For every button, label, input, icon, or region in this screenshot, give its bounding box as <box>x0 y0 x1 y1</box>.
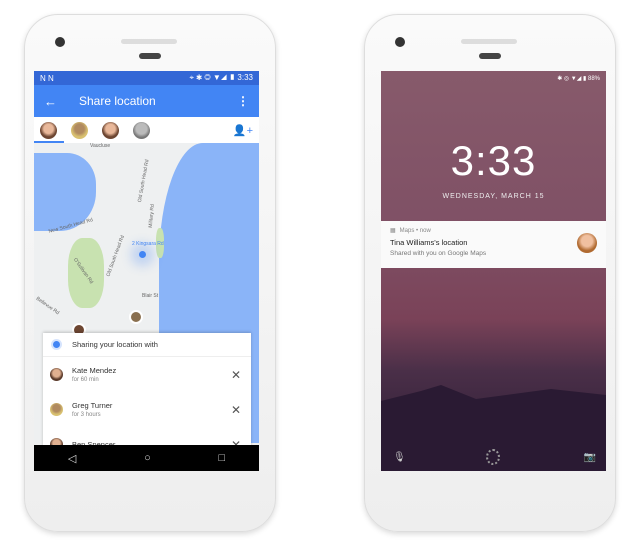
sharing-sheet: Sharing your location with Kate Mendez fo… <box>43 333 251 462</box>
map-label: Blair St <box>142 293 159 299</box>
phone-left: N N ⌖ ✱ ◎ ▼◢ ▮ 3:33 ← Share location ⋮ 👤… <box>24 14 276 532</box>
notification-text: Shared with you on Google Maps <box>390 250 487 257</box>
speaker <box>121 39 177 44</box>
map-label: Bellevue Rd <box>34 295 61 317</box>
person-name: Kate Mendez <box>72 366 117 375</box>
screen: N N ⌖ ✱ ◎ ▼◢ ▮ 3:33 ← Share location ⋮ 👤… <box>34 71 259 471</box>
location-dot-icon <box>53 341 60 348</box>
avatar <box>50 368 63 381</box>
nav-bar: ◁ ○ □ <box>34 445 259 471</box>
more-vert-icon[interactable]: ⋮ <box>237 94 249 108</box>
list-item[interactable]: Greg Turner for 3 hours ✕ <box>43 392 251 427</box>
fingerprint-icon[interactable] <box>486 449 500 465</box>
phone-right: ✱ ◎ ▼◢ ▮ 88% 3:33 WEDNESDAY, MARCH 15 ▦ M… <box>364 14 616 532</box>
contacts-bar: 👤+ <box>34 117 259 143</box>
person-duration: for 3 hours <box>72 412 101 418</box>
sheet-header: Sharing your location with <box>43 333 251 357</box>
app-bar: ← Share location ⋮ <box>34 85 259 117</box>
status-bar: N N ⌖ ✱ ◎ ▼◢ ▮ 3:33 <box>34 71 259 85</box>
clock: 3:33 <box>450 137 537 184</box>
close-icon[interactable]: ✕ <box>231 403 241 417</box>
my-location-dot <box>139 251 146 258</box>
add-person-icon[interactable]: 👤+ <box>233 124 253 137</box>
date: WEDNESDAY, MARCH 15 <box>442 193 545 200</box>
person-duration: for 60 min <box>72 377 99 383</box>
arrow-left-icon[interactable]: ← <box>44 94 57 109</box>
status-left: N N <box>40 73 54 83</box>
status-right: ✱ ◎ ▼◢ ▮ 88% <box>557 75 600 82</box>
speaker <box>461 39 517 44</box>
map-label: Vaucluse <box>90 143 111 149</box>
list-item[interactable]: Kate Mendez for 60 min ✕ <box>43 357 251 392</box>
avatar <box>577 233 597 253</box>
person-name: Greg Turner <box>72 401 113 410</box>
status-right: ⌖ ✱ ◎ ▼◢ ▮ 3:33 <box>189 73 253 82</box>
status-bar: ✱ ◎ ▼◢ ▮ 88% <box>381 71 606 85</box>
close-icon[interactable]: ✕ <box>231 368 241 382</box>
maps-icon: ▦ <box>390 228 396 234</box>
page-title: Share location <box>79 94 156 108</box>
back-button[interactable]: ◁ <box>68 452 76 465</box>
camera <box>55 37 65 47</box>
home-button[interactable]: ○ <box>144 452 151 464</box>
notification[interactable]: ▦ Maps • now Tina Williams's location Sha… <box>381 221 606 268</box>
camera-icon[interactable]: 📷 <box>584 452 596 463</box>
notification-app: Maps • now <box>399 227 431 234</box>
microphone-icon[interactable]: 🎙 <box>393 452 406 463</box>
recents-button[interactable]: □ <box>218 452 225 464</box>
map-label: 2 Kingsara Rd <box>132 241 164 247</box>
avatar[interactable] <box>40 121 57 139</box>
lock-screen: ✱ ◎ ▼◢ ▮ 88% 3:33 WEDNESDAY, MARCH 15 ▦ M… <box>381 71 606 471</box>
sensor <box>139 53 161 59</box>
sensor <box>479 53 501 59</box>
avatar[interactable] <box>102 121 119 139</box>
sheet-title: Sharing your location with <box>72 340 158 349</box>
avatar[interactable] <box>133 121 150 139</box>
map-label: Military Rd <box>147 203 156 229</box>
avatar <box>50 403 63 416</box>
map-avatar[interactable] <box>129 310 143 324</box>
map[interactable]: Vaucluse Old South Head Rd Military Rd N… <box>34 143 259 462</box>
map-label: Old South Head Rd <box>136 159 151 203</box>
map-label: Old South Head Rd <box>105 234 126 278</box>
avatar[interactable] <box>71 121 88 139</box>
notification-title: Tina Williams's location <box>390 238 468 247</box>
camera <box>395 37 405 47</box>
